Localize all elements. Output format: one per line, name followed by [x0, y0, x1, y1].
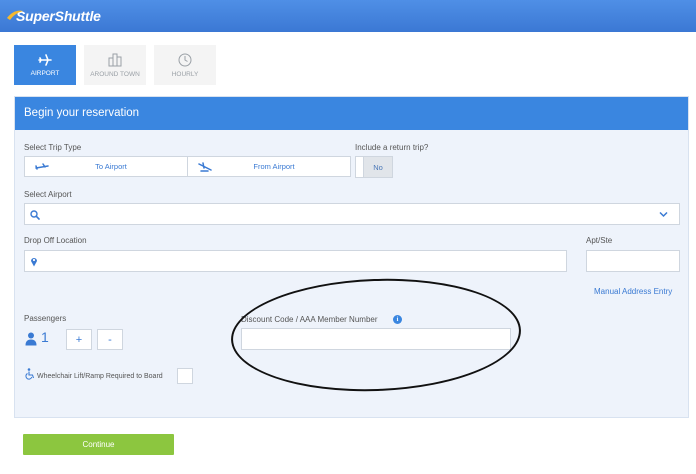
decrement-passengers-button[interactable]: - — [97, 329, 123, 350]
return-trip-toggle[interactable]: No — [355, 156, 393, 178]
manual-address-link[interactable]: Manual Address Entry — [594, 287, 672, 296]
tab-around-town[interactable]: AROUND TOWN — [84, 45, 146, 85]
from-airport-label: From Airport — [253, 162, 295, 171]
from-airport-button[interactable]: From Airport — [187, 157, 350, 176]
logo-text: SuperShuttle — [16, 8, 101, 24]
tab-hourly[interactable]: HOURLY — [154, 45, 216, 85]
plane-icon — [38, 53, 52, 66]
plus-label: + — [75, 333, 83, 346]
return-trip-value: No — [364, 157, 392, 177]
continue-button[interactable]: Continue — [23, 434, 174, 455]
chevron-down-icon — [659, 211, 668, 218]
select-airport-label: Select Airport — [24, 190, 72, 199]
to-airport-label: To Airport — [95, 162, 127, 171]
tab-airport[interactable]: AIRPORT — [14, 45, 76, 85]
continue-label: Continue — [82, 440, 115, 449]
apt-input[interactable] — [586, 250, 680, 272]
dropoff-label: Drop Off Location — [24, 236, 87, 245]
search-icon — [30, 210, 40, 220]
tab-around-town-label: AROUND TOWN — [90, 70, 140, 78]
trip-type-label: Select Trip Type — [24, 143, 82, 152]
plane-takeoff-icon — [35, 163, 49, 170]
buildings-icon — [108, 53, 122, 66]
top-bar: SuperShuttle — [0, 0, 696, 32]
to-airport-button[interactable]: To Airport — [25, 157, 187, 176]
clock-icon — [178, 53, 192, 66]
panel-header: Begin your reservation — [15, 97, 688, 130]
logo[interactable]: SuperShuttle — [7, 6, 101, 26]
map-pin-icon — [31, 258, 37, 267]
plane-landing-icon — [198, 162, 212, 172]
service-tabs: AIRPORT AROUND TOWN HOURLY — [14, 45, 216, 85]
tab-airport-label: AIRPORT — [30, 69, 60, 77]
dropoff-input[interactable] — [24, 250, 567, 272]
toggle-knob — [356, 157, 364, 177]
passenger-count: 1 — [41, 329, 49, 345]
wheelchair-icon — [25, 368, 35, 380]
wheelchair-label: Wheelchair Lift/Ramp Required to Board — [37, 373, 163, 380]
passengers-label: Passengers — [24, 314, 67, 323]
logo-swoosh-icon — [7, 10, 23, 20]
minus-label: - — [108, 333, 112, 346]
trip-type-selector: To Airport From Airport — [24, 156, 351, 177]
select-airport-dropdown[interactable] — [24, 203, 680, 225]
return-trip-label: Include a return trip? — [355, 143, 429, 152]
apt-label: Apt/Ste — [586, 236, 613, 245]
tab-hourly-label: HOURLY — [171, 70, 199, 78]
wheelchair-checkbox[interactable] — [177, 368, 193, 384]
person-icon — [25, 332, 37, 346]
increment-passengers-button[interactable]: + — [66, 329, 92, 350]
page-title: Begin your reservation — [24, 107, 140, 119]
